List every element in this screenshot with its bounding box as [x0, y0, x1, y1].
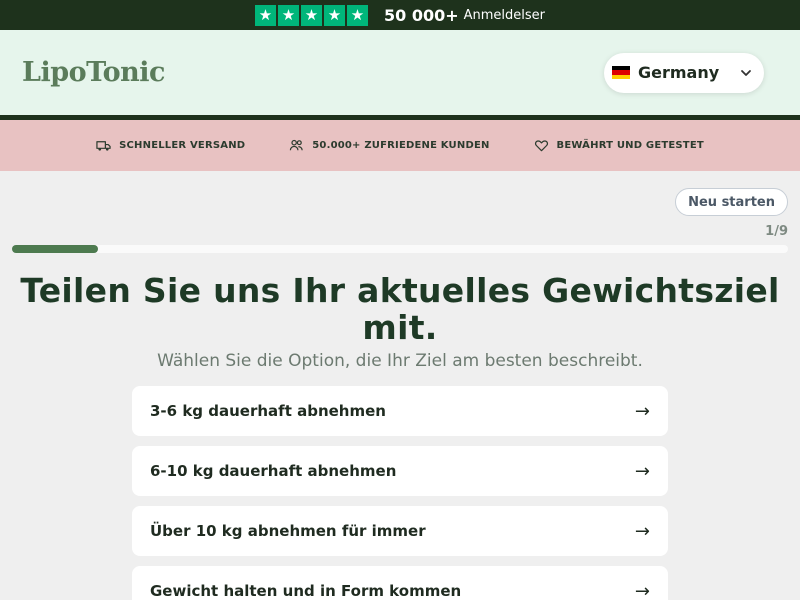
usp-item-shipping: SCHNELLER VERSAND	[96, 138, 245, 153]
usp-item-tested: BEWÄHRT UND GETESTET	[534, 138, 704, 153]
option-label: Gewicht halten und in Form kommen	[150, 582, 462, 600]
usp-item-customers: 50.000+ ZUFRIEDENE KUNDEN	[289, 138, 489, 153]
question-title: Teilen Sie uns Ihr aktuelles Gewichtszie…	[20, 271, 780, 347]
heart-icon	[534, 140, 548, 152]
logo[interactable]: LipoTonic	[22, 57, 165, 88]
option-3-6-kg[interactable]: 3-6 kg dauerhaft abnehmen →	[132, 386, 668, 436]
star-icon: ★	[277, 4, 299, 26]
option-list: 3-6 kg dauerhaft abnehmen → 6-10 kg daue…	[132, 386, 668, 600]
option-6-10-kg[interactable]: 6-10 kg dauerhaft abnehmen →	[132, 446, 668, 496]
option-label: 6-10 kg dauerhaft abnehmen	[150, 462, 397, 480]
arrow-right-icon: →	[634, 460, 650, 482]
usp-label: 50.000+ ZUFRIEDENE KUNDEN	[312, 140, 490, 151]
country-label: Germany	[638, 63, 720, 82]
rating-count: 50 000+	[383, 5, 459, 25]
star-icon: ★	[323, 4, 345, 26]
arrow-right-icon: →	[634, 400, 650, 422]
country-select[interactable]: Germany	[604, 52, 764, 93]
star-icon: ★	[300, 4, 322, 26]
option-maintain-weight[interactable]: Gewicht halten und in Form kommen →	[132, 566, 668, 600]
progress-fill	[12, 245, 99, 253]
option-label: 3-6 kg dauerhaft abnehmen	[150, 402, 386, 420]
question-subtitle: Wählen Sie die Option, die Ihr Ziel am b…	[157, 351, 643, 371]
arrow-right-icon: →	[634, 520, 650, 542]
option-label: Über 10 kg abnehmen für immer	[150, 522, 426, 540]
chevron-down-icon	[741, 69, 751, 76]
star-icon: ★	[254, 4, 276, 26]
usp-bar: SCHNELLER VERSAND 50.000+ ZUFRIEDENE KUN…	[0, 120, 800, 171]
arrow-right-icon: →	[634, 580, 650, 600]
step-counter: 1/9	[765, 224, 788, 239]
option-over-10-kg[interactable]: Über 10 kg abnehmen für immer →	[132, 506, 668, 556]
usp-label: SCHNELLER VERSAND	[119, 140, 246, 151]
review-bar: ★ ★ ★ ★ ★ 50 000+ Anmeldelser	[0, 0, 800, 30]
users-icon	[290, 139, 303, 151]
usp-label: BEWÄHRT UND GETESTET	[556, 140, 704, 151]
germany-flag-icon	[612, 66, 630, 79]
rating-stars: ★ ★ ★ ★ ★	[254, 4, 368, 26]
site-header: LipoTonic Germany	[0, 30, 800, 115]
truck-icon	[96, 141, 111, 151]
quiz-main: Neu starten 1/9 Teilen Sie uns Ihr aktue…	[0, 171, 800, 600]
rating-text: Anmeldelser	[463, 7, 546, 23]
star-icon: ★	[346, 4, 368, 26]
progress-bar	[12, 245, 788, 253]
restart-button[interactable]: Neu starten	[675, 188, 788, 216]
